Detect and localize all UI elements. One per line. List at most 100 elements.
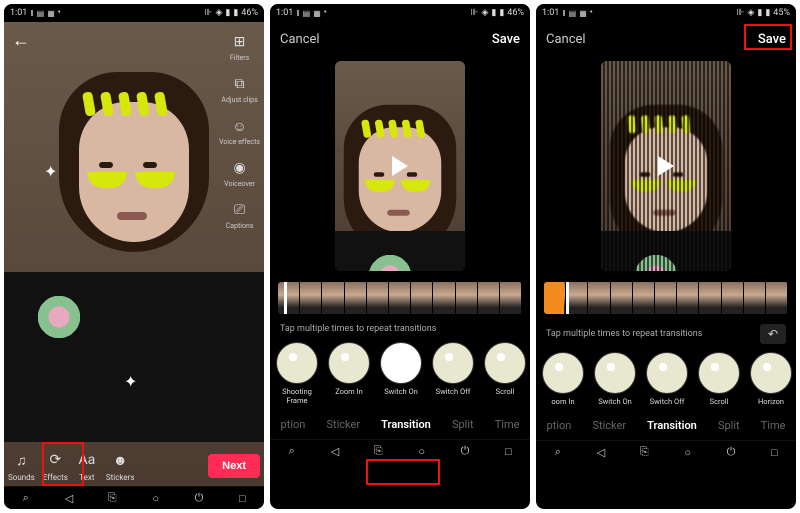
text-button[interactable]: AaText xyxy=(76,449,98,482)
save-button[interactable]: Save xyxy=(758,32,786,47)
transition-hint: Tap multiple times to repeat transitions xyxy=(546,329,702,339)
preview-area[interactable] xyxy=(536,56,796,276)
back-button[interactable]: ← xyxy=(12,30,30,51)
filters-button[interactable]: ⊞Filters xyxy=(219,32,260,62)
status-time: 1:01 xyxy=(10,8,27,18)
effect-switch-on[interactable]: Switch On xyxy=(592,352,638,406)
tab-sticker[interactable]: Sticker xyxy=(322,416,364,433)
timeline[interactable] xyxy=(544,282,788,314)
voice-effects-button[interactable]: ☺Voice effects xyxy=(219,116,260,146)
editor-header: Cancel Save xyxy=(536,22,796,56)
save-button[interactable]: Save xyxy=(492,32,520,47)
tab-caption[interactable]: ption xyxy=(277,416,310,433)
nav-back[interactable]: ◁ xyxy=(60,489,78,507)
nav-power[interactable]: ⏻ xyxy=(456,442,474,460)
video-preview xyxy=(335,61,465,271)
pause-icon: ‖ xyxy=(296,9,299,18)
adjust-clips-button[interactable]: ⧉Adjust clips xyxy=(219,74,260,104)
voice-effects-icon: ☺ xyxy=(230,116,250,136)
tab-transition[interactable]: Transition xyxy=(377,416,435,433)
filters-icon: ⊞ xyxy=(230,32,250,52)
screen-editor-preview: 1:01 ‖ ▤ ▦ • ⊪ ◈ ▮ ▮ 46% xyxy=(4,4,264,509)
tab-time[interactable]: Time xyxy=(491,416,524,433)
effects-row[interactable]: oom In Switch On Switch Off Scroll Horiz… xyxy=(536,348,796,408)
effect-zoom-in[interactable]: oom In xyxy=(540,352,586,406)
signal-icon: ▤ xyxy=(37,9,45,18)
tab-transition[interactable]: Transition xyxy=(643,417,701,434)
image-icon: ▦ xyxy=(313,9,321,18)
play-icon[interactable] xyxy=(658,156,674,176)
effect-shooting-frame[interactable]: Shooting Frame xyxy=(274,342,320,405)
nav-recent[interactable]: ⎘ xyxy=(369,442,387,460)
tab-time[interactable]: Time xyxy=(757,417,790,434)
captions-button[interactable]: ⎚Captions xyxy=(219,200,260,230)
nav-search[interactable]: ⌕ xyxy=(17,489,35,507)
system-nav: ⌕ ◁ ⎘ ○ ⏻ □ xyxy=(536,440,796,463)
video-preview-full[interactable]: ✦ ✦ ← ⊞Filters ⧉Adjust clips ☺Voice effe… xyxy=(4,22,264,486)
nav-back[interactable]: ◁ xyxy=(326,442,344,460)
sparkle-icon: ✦ xyxy=(124,372,137,391)
sounds-button[interactable]: ♫Sounds xyxy=(8,449,35,482)
nav-overview[interactable]: □ xyxy=(765,443,783,461)
wifi-icon: ◈ xyxy=(215,8,222,18)
tab-split[interactable]: Split xyxy=(714,417,744,434)
voiceover-button[interactable]: ◉Voiceover xyxy=(219,158,260,188)
stickers-icon: ☻ xyxy=(109,449,131,471)
preview-area[interactable] xyxy=(270,56,530,276)
timeline-thumbs xyxy=(544,282,788,314)
wifi-icon: ◈ xyxy=(747,8,754,18)
voiceover-icon: ◉ xyxy=(230,158,250,178)
sparkle-icon: ✦ xyxy=(44,162,57,181)
nav-recent[interactable]: ⎘ xyxy=(635,443,653,461)
cell-icon: ▮ xyxy=(225,8,230,18)
effect-scroll[interactable]: Scroll xyxy=(696,352,742,406)
signal-icon: ▤ xyxy=(569,9,577,18)
nav-home[interactable]: ○ xyxy=(413,442,431,460)
screen-transition-editor: 1:01 ‖ ▤ ▦ • ⊪ ◈ ▮ ▮ 46% Cancel Save xyxy=(270,4,530,509)
wifi-icon: ◈ xyxy=(481,8,488,18)
nav-home[interactable]: ○ xyxy=(679,443,697,461)
effect-switch-off[interactable]: Switch Off xyxy=(644,352,690,406)
signal-icon: ▤ xyxy=(303,9,311,18)
tab-split[interactable]: Split xyxy=(448,416,478,433)
battery-percent: 46% xyxy=(507,8,524,18)
effects-icon: ⟳ xyxy=(44,449,66,471)
nav-back[interactable]: ◁ xyxy=(592,443,610,461)
nav-search[interactable]: ⌕ xyxy=(549,443,567,461)
effect-zoom-in[interactable]: Zoom In xyxy=(326,342,372,396)
effects-row[interactable]: Shooting Frame Zoom In Switch On Switch … xyxy=(270,338,530,407)
tab-sticker[interactable]: Sticker xyxy=(588,417,630,434)
timeline-cursor[interactable] xyxy=(284,282,287,314)
nav-overview[interactable]: □ xyxy=(233,489,251,507)
nav-home[interactable]: ○ xyxy=(147,489,165,507)
next-button[interactable]: Next xyxy=(208,454,260,478)
cancel-button[interactable]: Cancel xyxy=(546,32,586,47)
status-dot: • xyxy=(58,8,61,18)
video-preview-glitch xyxy=(601,61,731,271)
effects-button[interactable]: ⟳Effects xyxy=(43,449,68,482)
play-icon[interactable] xyxy=(392,156,408,176)
nav-power[interactable]: ⏻ xyxy=(190,489,208,507)
effect-switch-on[interactable]: Switch On xyxy=(378,342,424,396)
battery-icon: ▮ xyxy=(233,8,238,18)
music-icon: ♫ xyxy=(10,449,32,471)
nav-power[interactable]: ⏻ xyxy=(722,443,740,461)
nav-overview[interactable]: □ xyxy=(499,442,517,460)
nav-recent[interactable]: ⎘ xyxy=(103,489,121,507)
stickers-button[interactable]: ☻Stickers xyxy=(106,449,135,482)
vibrate-icon: ⊪ xyxy=(471,8,479,18)
cell-icon: ▮ xyxy=(757,8,762,18)
pause-icon: ‖ xyxy=(30,9,33,18)
cancel-button[interactable]: Cancel xyxy=(280,32,320,47)
timeline-cursor[interactable] xyxy=(566,282,569,314)
undo-button[interactable]: ↶ xyxy=(760,324,786,344)
editor-header: Cancel Save xyxy=(270,22,530,56)
nav-search[interactable]: ⌕ xyxy=(283,442,301,460)
tab-caption[interactable]: ption xyxy=(543,417,576,434)
effect-switch-off[interactable]: Switch Off xyxy=(430,342,476,396)
captions-icon: ⎚ xyxy=(230,200,250,220)
adjust-clips-icon: ⧉ xyxy=(230,74,250,94)
timeline[interactable] xyxy=(278,282,522,314)
effect-horizon[interactable]: Horizon xyxy=(748,352,794,406)
effect-scroll[interactable]: Scroll xyxy=(482,342,528,396)
